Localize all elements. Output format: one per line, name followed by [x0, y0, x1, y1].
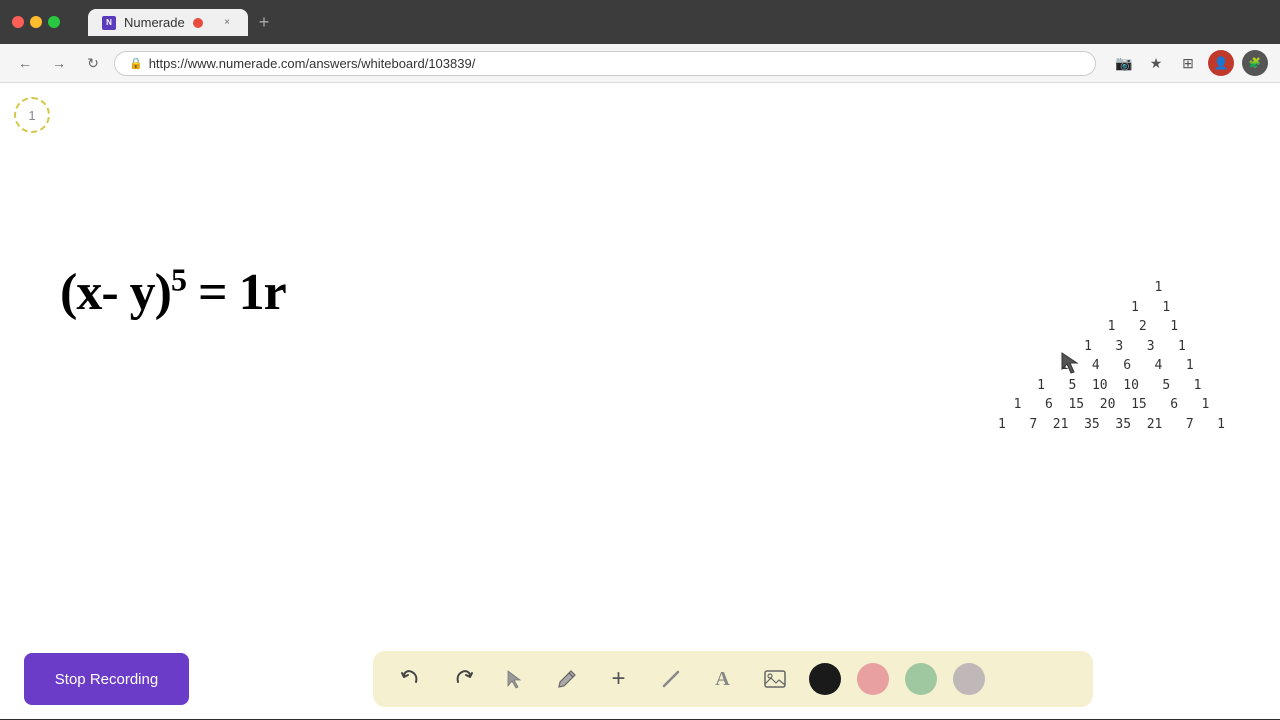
tab-label: Numerade [124, 15, 185, 30]
cast-icon[interactable]: 📷 [1112, 51, 1136, 75]
minimize-button[interactable] [30, 16, 42, 28]
profile-icon-label: 👤 [1214, 56, 1229, 70]
nav-bar: ← → ↻ 🔒 https://www.numerade.com/answers… [0, 44, 1280, 83]
tab-favicon: N [102, 16, 116, 30]
url-text: https://www.numerade.com/answers/whitebo… [149, 56, 476, 71]
maximize-button[interactable] [48, 16, 60, 28]
pascals-triangle: 1 1 1 1 2 1 1 3 3 1 1 4 6 4 1 1 5 10 10 … [998, 278, 1225, 434]
step-indicator: 1 [14, 97, 50, 133]
recording-indicator [193, 18, 203, 28]
nav-right-icons: 📷 ★ ⊞ 👤 🧩 [1112, 50, 1268, 76]
triangle-row-7: 1 7 21 35 35 21 7 1 [998, 415, 1225, 435]
tool-bar: + A [373, 651, 1093, 707]
image-button[interactable] [757, 661, 793, 697]
undo-button[interactable] [393, 661, 429, 697]
triangle-row-3: 1 3 3 1 [998, 337, 1225, 357]
triangle-row-1: 1 1 [998, 298, 1225, 318]
extensions-icon-label: 🧩 [1249, 58, 1261, 69]
apps-icon[interactable]: ⊞ [1176, 51, 1200, 75]
address-bar[interactable]: 🔒 https://www.numerade.com/answers/white… [114, 51, 1096, 76]
math-left-part: (x- y) [60, 264, 171, 321]
tab-close-button[interactable]: × [220, 16, 234, 30]
profile-button[interactable]: 👤 [1208, 50, 1234, 76]
pen-button[interactable] [549, 661, 585, 697]
color-gray-button[interactable] [953, 663, 985, 695]
triangle-row-4: 1 4 6 4 1 [998, 356, 1225, 376]
bottom-toolbar: Stop Recording [0, 639, 1280, 719]
browser-chrome: N Numerade × + ← → ↻ 🔒 https://www.numer… [0, 0, 1280, 83]
cursor-indicator [1060, 351, 1080, 375]
math-equation: (x- y)5 = 1r [60, 263, 286, 322]
color-pink-button[interactable] [857, 663, 889, 695]
extensions-button[interactable]: 🧩 [1242, 50, 1268, 76]
step-number: 1 [28, 108, 35, 123]
stop-recording-button[interactable]: Stop Recording [24, 653, 189, 705]
active-tab[interactable]: N Numerade × [88, 9, 248, 36]
add-button[interactable]: + [601, 661, 637, 697]
math-equals: = 1r [186, 264, 286, 321]
refresh-button[interactable]: ↻ [80, 50, 106, 76]
forward-button[interactable]: → [46, 50, 72, 76]
select-button[interactable] [497, 661, 533, 697]
traffic-lights [12, 16, 60, 28]
close-button[interactable] [12, 16, 24, 28]
color-black-button[interactable] [809, 663, 841, 695]
tabs-bar: N Numerade × + [68, 8, 1268, 36]
text-button[interactable]: A [705, 661, 741, 697]
page-content: 1 (x- y)5 = 1r 1 1 1 1 2 1 1 3 3 1 1 4 6… [0, 83, 1280, 719]
title-bar: N Numerade × + [0, 0, 1280, 44]
back-button[interactable]: ← [12, 50, 38, 76]
color-green-button[interactable] [905, 663, 937, 695]
triangle-row-0: 1 [998, 278, 1225, 298]
redo-button[interactable] [445, 661, 481, 697]
triangle-row-6: 1 6 15 20 15 6 1 [998, 395, 1225, 415]
eraser-button[interactable] [653, 661, 689, 697]
lock-icon: 🔒 [129, 57, 143, 70]
new-tab-button[interactable]: + [250, 8, 278, 36]
triangle-row-5: 1 5 10 10 5 1 [998, 376, 1225, 396]
bookmark-icon[interactable]: ★ [1144, 51, 1168, 75]
triangle-row-2: 1 2 1 [998, 317, 1225, 337]
math-exponent: 5 [171, 262, 186, 298]
